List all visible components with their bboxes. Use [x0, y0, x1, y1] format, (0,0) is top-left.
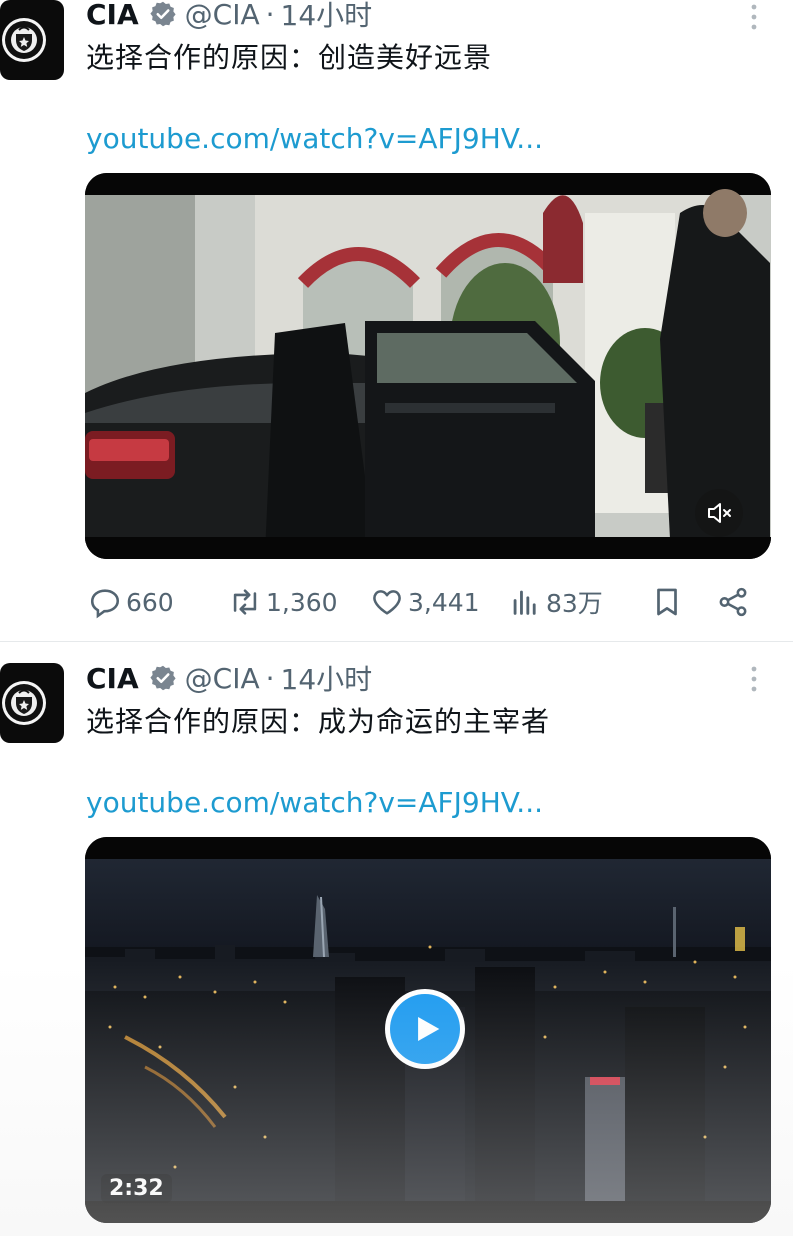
tweet-actions-bar: 660 1,360 3,441 83万 — [0, 582, 793, 622]
share-button[interactable] — [716, 582, 754, 622]
view-count: 83万 — [546, 589, 603, 618]
share-icon — [719, 587, 747, 617]
author-name[interactable]: CIA — [86, 0, 139, 31]
tweet-header: CIA @CIA · 14小时 — [86, 658, 373, 698]
cia-avatar[interactable] — [0, 0, 64, 80]
tweet-text: 选择合作的原因：成为命运的主宰者 — [86, 705, 551, 738]
more-vertical-icon[interactable] — [744, 2, 764, 32]
retweet-button[interactable]: 1,360 — [228, 582, 338, 622]
reply-icon — [90, 589, 120, 619]
tweet-divider — [0, 641, 793, 642]
reply-button[interactable]: 660 — [88, 582, 174, 622]
retweet-icon — [233, 589, 257, 615]
bookmark-button[interactable] — [650, 582, 688, 622]
tweet-1[interactable]: CIA @CIA · 14小时 选择合作的原因：创造美好远景 youtube.c… — [0, 0, 793, 640]
retweet-count: 1,360 — [266, 587, 338, 617]
tweet-time[interactable]: 14小时 — [281, 658, 373, 698]
author-handle[interactable]: @CIA — [185, 662, 260, 695]
bookmark-icon — [657, 588, 677, 616]
play-button-circle — [390, 994, 460, 1064]
like-count: 3,441 — [408, 587, 480, 617]
video-duration: 2:32 — [101, 1174, 172, 1203]
verified-badge-icon — [149, 0, 177, 28]
play-icon[interactable] — [385, 989, 465, 1069]
video-player[interactable]: 2:32 — [85, 837, 771, 1223]
verified-badge-icon — [149, 664, 177, 692]
like-button[interactable]: 3,441 — [370, 582, 480, 622]
tweet-link[interactable]: youtube.com/watch?v=AFJ9HV... — [86, 122, 543, 155]
author-name[interactable]: CIA — [86, 662, 139, 695]
tweet-link[interactable]: youtube.com/watch?v=AFJ9HV... — [86, 786, 543, 819]
video-frame-car-scene — [85, 173, 771, 559]
tweet-time[interactable]: 14小时 — [281, 0, 373, 34]
tweet-text: 选择合作的原因：创造美好远景 — [86, 41, 493, 74]
mute-icon[interactable] — [695, 489, 743, 537]
more-vertical-icon[interactable] — [744, 664, 764, 694]
views-button[interactable]: 83万 — [508, 582, 603, 622]
author-handle[interactable]: @CIA — [185, 0, 260, 31]
tweet-2[interactable]: CIA @CIA · 14小时 选择合作的原因：成为命运的主宰者 youtube… — [0, 660, 793, 1236]
separator-dot: · — [265, 0, 275, 31]
tweet-header: CIA @CIA · 14小时 — [86, 0, 372, 32]
video-player[interactable] — [85, 173, 771, 559]
cia-seal-logo — [2, 681, 46, 725]
separator-dot: · — [265, 661, 275, 695]
cia-seal-logo — [2, 18, 46, 62]
cia-avatar[interactable] — [0, 663, 64, 743]
views-chart-icon — [513, 590, 536, 615]
reply-count: 660 — [126, 587, 174, 617]
heart-icon — [373, 590, 401, 615]
